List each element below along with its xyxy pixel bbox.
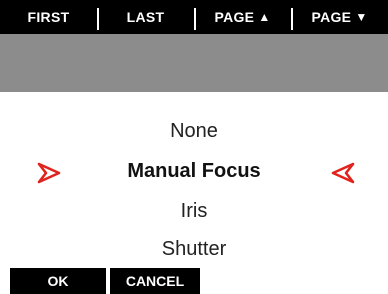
- triangle-left-icon: [331, 162, 355, 184]
- down-triangle-icon: ▼: [355, 10, 368, 24]
- page-up-label: PAGE: [214, 9, 255, 25]
- option-shutter[interactable]: Shutter: [0, 238, 388, 261]
- first-button[interactable]: FIRST: [0, 0, 97, 34]
- header-band: [0, 34, 388, 92]
- last-button[interactable]: LAST: [97, 0, 194, 34]
- top-navigation-bar: FIRST LAST PAGE ▲ PAGE ▼: [0, 0, 388, 34]
- ok-label: OK: [47, 273, 69, 289]
- up-triangle-icon: ▲: [258, 10, 271, 24]
- triangle-right-icon: [37, 162, 61, 184]
- option-iris[interactable]: Iris: [0, 200, 388, 223]
- page-up-button[interactable]: PAGE ▲: [194, 0, 291, 34]
- first-label: FIRST: [27, 9, 70, 25]
- last-label: LAST: [126, 9, 165, 25]
- option-none[interactable]: None: [0, 120, 388, 143]
- page-down-label: PAGE: [311, 9, 352, 25]
- ok-button[interactable]: OK: [10, 268, 106, 294]
- cancel-label: CANCEL: [125, 273, 185, 289]
- cancel-button[interactable]: CANCEL: [110, 268, 200, 294]
- option-list: None Manual Focus Iris Shutter: [0, 92, 388, 268]
- page-down-button[interactable]: PAGE ▼: [291, 0, 388, 34]
